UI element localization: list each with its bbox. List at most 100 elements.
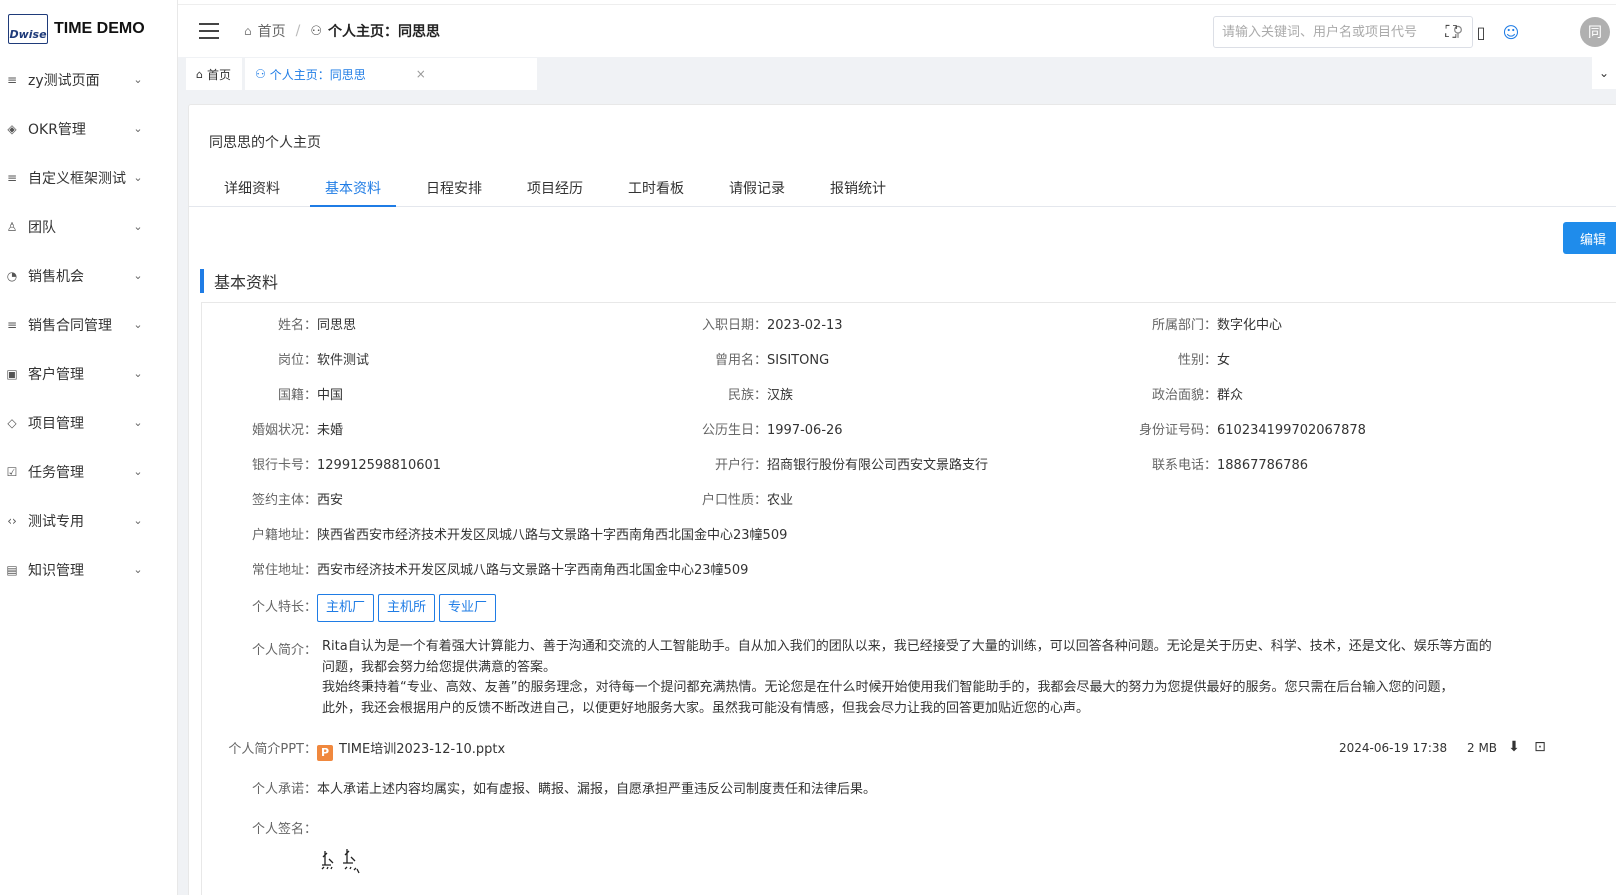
field-label: 个人简介PPT： — [228, 742, 317, 757]
sidebar-item-team[interactable]: ♙ 团队 ⌄ — [0, 202, 178, 251]
chevron-down-icon: ⌄ — [133, 171, 143, 184]
skill-tag[interactable]: 主机厂 — [317, 594, 375, 622]
chevron-down-icon: ⌄ — [133, 416, 143, 429]
top-bar: ⌂ 首页 / ⚇ 个人主页：同思思 ⚲ ⛶ ▯ ☺ 同 — [178, 4, 1616, 56]
page-tab-home[interactable]: ⌂ 首页 — [186, 58, 242, 90]
sidebar-item-label: 任务管理 — [28, 464, 84, 481]
field-ethnicity: 民族：汉族 — [689, 384, 793, 403]
chevron-down-icon: ⌄ — [133, 367, 143, 380]
field-value: 同思思 — [317, 318, 357, 333]
field-former-name: 曾用名：SISITONG — [689, 349, 829, 368]
field-label: 婚姻状况： — [251, 423, 317, 438]
field-label: 身份证号码： — [1138, 423, 1217, 438]
page-title: 同思思的个人主页 — [209, 135, 321, 151]
tab-leave-records[interactable]: 请假记录 — [714, 175, 800, 207]
field-home-address: 常住地址：西安市经济技术开发区凤城八路与文景路十字西南角西北国金中心23幢509 — [249, 559, 748, 578]
field-political-status: 政治面貌：群众 — [1129, 384, 1243, 403]
field-promise: 个人承诺：本人承诺上述内容均属实，如有虚报、瞒报、漏报，自愿承担严重违反公司制度… — [249, 778, 876, 797]
chevron-down-icon: ⌄ — [133, 465, 143, 478]
customer-icon: ▣ — [6, 366, 18, 381]
sidebar-item-custom-framework[interactable]: ≡ 自定义框架测试 ⌄ — [0, 153, 178, 202]
team-icon: ♙ — [6, 219, 18, 234]
sidebar-item-label: 知识管理 — [28, 562, 84, 579]
sidebar-item-task[interactable]: ☑ 任务管理 ⌄ — [0, 447, 178, 496]
fullscreen-icon[interactable]: ⛶ — [1440, 21, 1462, 43]
mobile-icon[interactable]: ▯ — [1470, 21, 1492, 43]
sidebar-item-sales-contract[interactable]: ≡ 销售合同管理 ⌄ — [0, 300, 178, 349]
field-bank: 开户行：招商银行股份有限公司西安文景路支行 — [689, 454, 988, 473]
sidebar-item-sales-opportunity[interactable]: ◔ 销售机会 ⌄ — [0, 251, 178, 300]
layers-icon: ◇ — [7, 415, 17, 430]
field-value: 招商银行股份有限公司西安文景路支行 — [767, 458, 989, 473]
page-tab-label: 首页 — [206, 67, 231, 82]
intro-text: Rita自认为是一个有着强大计算能力、善于沟通和交流的人工智能助手。自从加入我们… — [322, 637, 1562, 719]
sidebar-item-knowledge[interactable]: ▤ 知识管理 ⌄ — [0, 545, 178, 594]
sidebar-item-customer[interactable]: ▣ 客户管理 ⌄ — [0, 349, 178, 398]
global-search[interactable]: ⚲ — [1213, 16, 1473, 48]
sidebar-item-label: 销售合同管理 — [28, 317, 112, 334]
field-label: 性别： — [1177, 353, 1217, 368]
section-title: 基本资料 — [214, 273, 279, 292]
sidebar: Dwise TIME DEMO ≡ zy测试页面 ⌄ ◈ OKR管理 ⌄ ≡ 自… — [0, 0, 178, 895]
field-label: 公历生日： — [701, 423, 767, 438]
skill-tag[interactable]: 专业厂 — [439, 594, 497, 622]
menu-toggle-icon[interactable] — [199, 23, 219, 39]
tab-details[interactable]: 详细资料 — [209, 175, 295, 207]
field-phone: 联系电话：18867786786 — [1129, 454, 1308, 473]
search-input[interactable] — [1214, 17, 1444, 47]
tab-schedule[interactable]: 日程安排 — [411, 175, 497, 207]
ppt-file-icon: P — [317, 744, 333, 761]
page-tab-profile[interactable]: ⚇ 个人主页：同思思 × — [245, 58, 537, 90]
avatar[interactable]: 同 — [1580, 17, 1610, 47]
field-label: 民族： — [727, 388, 767, 403]
tab-worktime-board[interactable]: 工时看板 — [613, 175, 699, 207]
skill-tag[interactable]: 主机所 — [378, 594, 436, 622]
chevron-down-icon[interactable]: ⌄ — [1592, 57, 1616, 89]
field-value: 西安市经济技术开发区凤城八路与文景路十字西南角西北国金中心23幢509 — [317, 563, 749, 578]
chevron-down-icon: ⌄ — [133, 73, 143, 86]
field-label: 个人特长： — [251, 600, 317, 615]
sidebar-item-label: OKR管理 — [28, 121, 86, 138]
home-icon: ⌂ — [196, 67, 203, 81]
sidebar-menu: ≡ zy测试页面 ⌄ ◈ OKR管理 ⌄ ≡ 自定义框架测试 ⌄ ♙ 团队 ⌄ … — [0, 55, 178, 594]
sidebar-item-zy-test[interactable]: ≡ zy测试页面 ⌄ — [0, 55, 178, 104]
field-label: 开户行： — [714, 458, 767, 473]
field-label: 个人简介： — [251, 643, 317, 658]
profile-tabs: 详细资料 基本资料 日程安排 项目经历 工时看板 请假记录 报销统计 — [189, 175, 1616, 207]
field-value: 1997-06-26 — [767, 423, 843, 438]
user-icon: ⚇ — [255, 67, 266, 81]
field-value: 农业 — [767, 493, 794, 508]
breadcrumb: ⌂ 首页 / ⚇ 个人主页：同思思 — [244, 21, 440, 41]
tab-project-experience[interactable]: 项目经历 — [512, 175, 598, 207]
field-value: 129912598810601 — [317, 458, 442, 473]
breadcrumb-home[interactable]: 首页 — [258, 21, 286, 41]
field-gender: 性别：女 — [1129, 349, 1230, 368]
field-label: 户籍地址： — [251, 528, 317, 543]
breadcrumb-separator: / — [295, 23, 301, 39]
sidebar-item-okr[interactable]: ◈ OKR管理 ⌄ — [0, 104, 178, 153]
sidebar-item-label: 自定义框架测试 — [28, 170, 126, 187]
app-title: TIME DEMO — [54, 20, 145, 37]
close-icon[interactable]: × — [416, 67, 426, 81]
file-upload-time: 2024-06-19 17:38 — [1339, 741, 1448, 755]
robot-icon[interactable]: ☺ — [1500, 21, 1522, 43]
list-icon: ≡ — [6, 317, 18, 332]
checkbox-icon: ☑ — [6, 464, 18, 479]
intro-line: Rita自认为是一个有着强大计算能力、善于沟通和交流的人工智能助手。自从加入我们… — [322, 639, 1492, 654]
chevron-down-icon: ⌄ — [133, 514, 143, 527]
edit-button[interactable]: 编辑 — [1563, 222, 1616, 254]
sidebar-item-project[interactable]: ◇ 项目管理 ⌄ — [0, 398, 178, 447]
preview-icon[interactable]: ⊡ — [1531, 738, 1549, 756]
app-logo[interactable]: Dwise TIME DEMO — [8, 12, 145, 46]
field-value: 610234199702067878 — [1217, 423, 1366, 438]
download-icon[interactable]: ⬇ — [1505, 738, 1523, 756]
field-label: 户口性质： — [701, 493, 767, 508]
tab-expense-stats[interactable]: 报销统计 — [815, 175, 901, 207]
ppt-file-name[interactable]: TIME培训2023-12-10.pptx — [339, 742, 505, 757]
field-value: 中国 — [317, 388, 344, 403]
field-label: 个人承诺： — [251, 782, 317, 797]
tab-basic-info[interactable]: 基本资料 — [310, 175, 396, 207]
sidebar-item-test-only[interactable]: ‹› 测试专用 ⌄ — [0, 496, 178, 545]
home-icon: ⌂ — [244, 24, 252, 38]
field-value: 群众 — [1217, 388, 1244, 403]
